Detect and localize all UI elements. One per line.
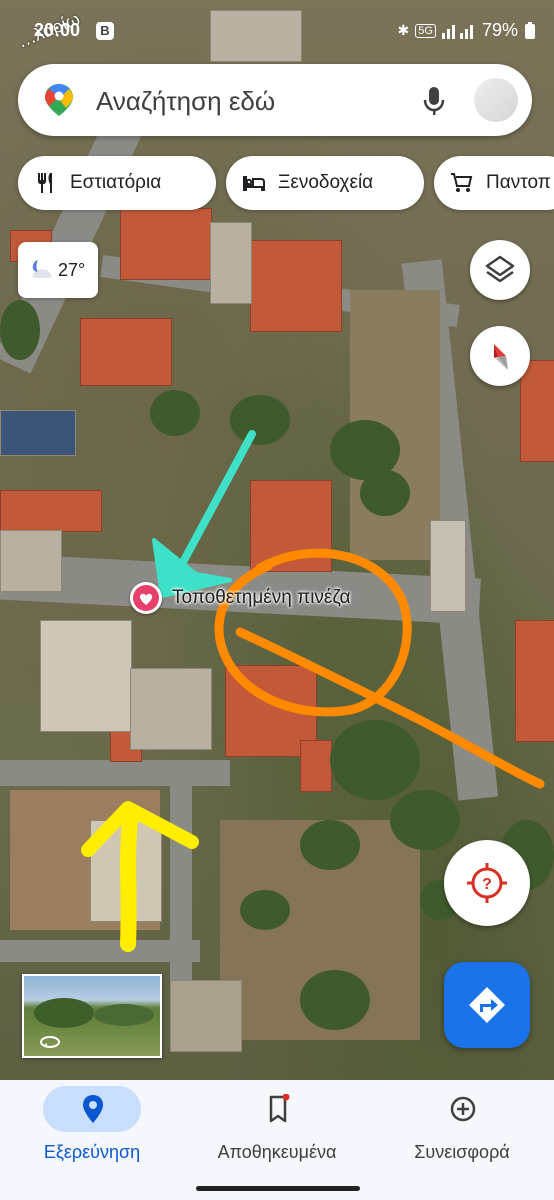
layers-button[interactable] <box>470 240 530 300</box>
chip-hotels[interactable]: Ξενοδοχεία <box>226 156 424 210</box>
restaurant-icon <box>38 173 52 193</box>
nav-label: Συνεισφορά <box>414 1142 510 1162</box>
account-avatar[interactable] <box>474 78 518 122</box>
nav-saved[interactable]: Αποθηκευμένα <box>185 1080 369 1200</box>
directions-button[interactable] <box>444 962 530 1048</box>
yellow-arrowhead-annotation <box>81 801 199 857</box>
nav-label: Αποθηκευμένα <box>217 1142 337 1162</box>
chip-groceries[interactable]: Παντοπ <box>434 156 554 210</box>
chip-label: Ξενοδοχεία <box>278 172 374 193</box>
street-view-trees <box>34 998 94 1028</box>
microphone-icon[interactable] <box>422 86 446 116</box>
battery-percent: 79% <box>481 20 518 40</box>
weather-widget[interactable]: 27° <box>18 242 98 298</box>
location-unknown-icon: ? <box>467 863 507 903</box>
signal-icon <box>441 24 473 39</box>
saved-place-label[interactable]: Τοποθετημένη πινέζα <box>172 587 351 609</box>
directions-icon <box>469 987 505 1023</box>
chip-restaurants[interactable]: Εστιατόρια <box>18 156 216 210</box>
nav-label: Εξερεύνηση <box>43 1142 141 1162</box>
street-view-trees <box>94 1004 154 1026</box>
rotate-360-icon <box>40 1036 60 1048</box>
status-bar: 20:00 B ✱ 5G 79% <box>0 0 554 58</box>
layers-icon <box>485 255 515 283</box>
chip-label: Παντοπ <box>486 172 551 193</box>
chip-label: Εστιατόρια <box>70 172 162 193</box>
svg-text:?: ? <box>482 876 492 893</box>
status-icons: ✱ 5G 79% <box>398 20 536 41</box>
bottom-navigation: Εξερεύνηση Αποθηκευμένα Συνεισφορά <box>0 1080 554 1200</box>
weather-temperature: 27° <box>58 260 86 280</box>
status-time: 20:00 <box>34 20 81 40</box>
hotel-icon <box>243 176 265 191</box>
shopping-cart-icon <box>451 173 473 192</box>
nav-contribute[interactable]: Συνεισφορά <box>370 1080 554 1200</box>
compass-icon <box>494 344 508 370</box>
search-bar[interactable]: Αναζήτηση εδώ <box>18 64 532 136</box>
google-maps-logo-icon <box>45 84 73 116</box>
yellow-arrow-annotation <box>120 812 138 952</box>
search-input[interactable]: Αναζήτηση εδώ <box>96 86 275 117</box>
saved-place-pin[interactable] <box>130 582 162 614</box>
bluetooth-icon: ✱ <box>397 22 410 38</box>
compass-button[interactable] <box>470 326 530 386</box>
my-location-button[interactable]: ? <box>444 840 530 926</box>
partly-cloudy-night-icon <box>32 260 52 278</box>
add-circle-icon <box>450 1096 476 1122</box>
network-type: 5G <box>415 23 436 38</box>
notification-badge: B <box>96 22 114 40</box>
heart-icon <box>133 585 159 611</box>
bookmark-icon <box>269 1094 290 1123</box>
battery-icon <box>525 21 535 39</box>
location-pin-icon <box>83 1095 103 1123</box>
street-view-thumbnail[interactable] <box>22 974 162 1058</box>
nav-explore[interactable]: Εξερεύνηση <box>0 1080 184 1200</box>
home-indicator[interactable] <box>196 1186 360 1191</box>
